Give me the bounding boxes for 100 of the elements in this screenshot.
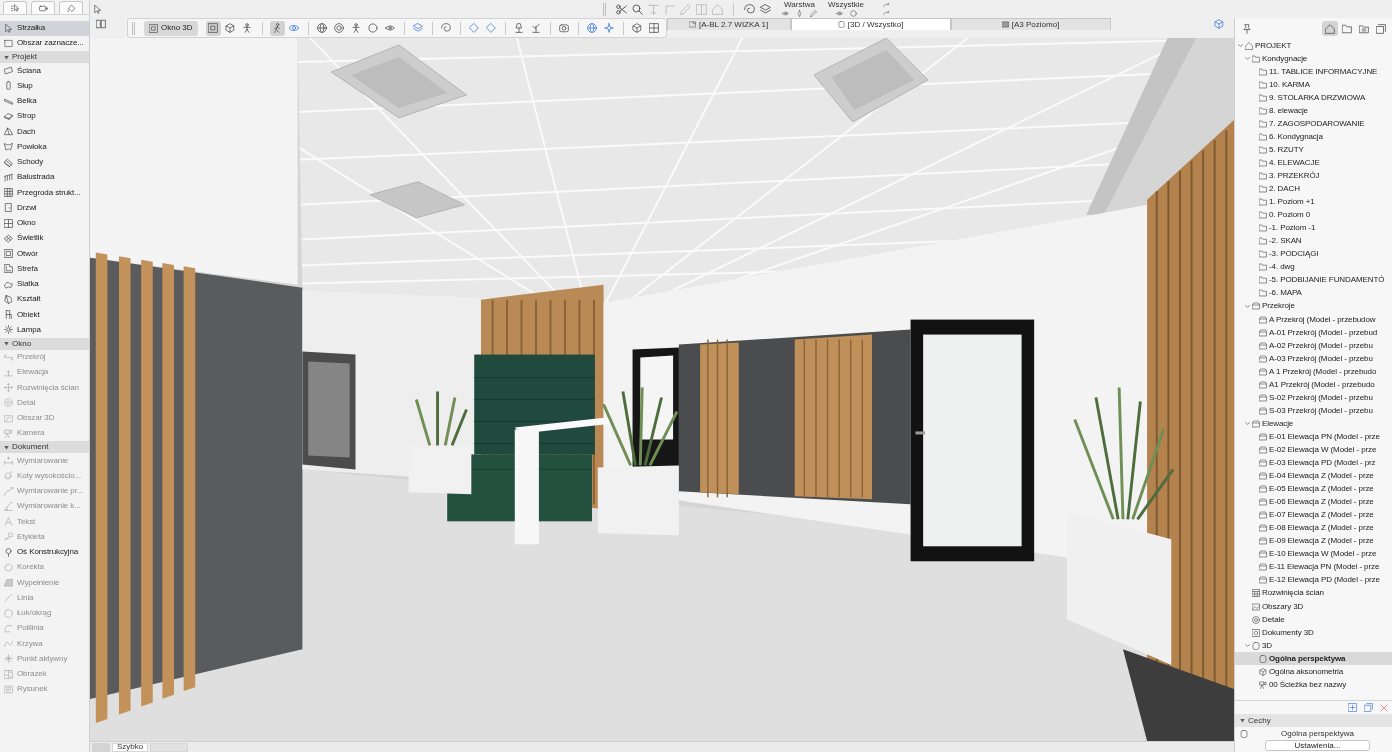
drop-icon[interactable] [796, 10, 803, 17]
tree-item[interactable]: Detale [1235, 613, 1392, 627]
tree-item[interactable]: 6. Kondygnacja [1235, 130, 1392, 144]
tree-item[interactable]: 3D [1235, 639, 1392, 653]
scissors-icon[interactable] [616, 3, 627, 15]
tree-item[interactable]: 11. TABLICE INFORMACYJNE [1235, 65, 1392, 79]
tree-item[interactable]: E-05 Elewacja Z (Model - prze [1235, 482, 1392, 496]
section-header[interactable]: Okno [0, 337, 89, 350]
tool-item[interactable]: Belka [0, 93, 89, 109]
tree-item[interactable]: 2. DACH [1235, 182, 1392, 196]
tree-item[interactable]: Rozwinięcia ścian [1235, 586, 1392, 600]
tool-item[interactable]: Ściana [0, 63, 89, 79]
tree-item[interactable]: 00 Ścieżka bez nazwy [1235, 678, 1392, 692]
tree-item[interactable]: A Przekrój (Model - przebudow [1235, 313, 1392, 327]
map-tab[interactable] [1322, 21, 1338, 36]
tool-item[interactable]: Strop [0, 108, 89, 124]
tree-item[interactable]: 8. elewacje [1235, 104, 1392, 118]
swirl-icon[interactable] [744, 3, 755, 15]
lens-icon[interactable] [559, 23, 570, 33]
tree-item[interactable]: -4. dwg [1235, 260, 1392, 274]
map-tab[interactable] [1373, 21, 1389, 36]
tool-item[interactable]: Dach [0, 124, 89, 140]
status-field[interactable] [150, 742, 189, 752]
settings-button[interactable]: Ustawienia... [1265, 740, 1370, 751]
tool-item[interactable]: Słup [0, 78, 89, 94]
pin-icon[interactable] [1242, 23, 1252, 34]
tree-item[interactable]: A1 Przekrój (Model - przebudo [1235, 378, 1392, 392]
tool-item[interactable]: Lampa [0, 322, 89, 338]
tool-item[interactable]: Świetlik [0, 230, 89, 246]
tree-item[interactable]: -3. PODCIĄGI [1235, 247, 1392, 261]
tree-item[interactable]: E-07 Elewacja Z (Model - prze [1235, 508, 1392, 522]
tree-item[interactable]: -2. SKAN [1235, 234, 1392, 248]
tool-item[interactable]: Balustrada [0, 169, 89, 185]
tool-item[interactable]: Schody [0, 154, 89, 170]
layers-icon[interactable] [760, 3, 771, 15]
tree-item[interactable]: -5. PODBIJANIE FUNDAMENTÓ [1235, 273, 1392, 287]
tree-item[interactable]: A 1 Przekrój (Model - przebudo [1235, 365, 1392, 379]
tree-item[interactable]: E-10 Elewacja W (Model - prze [1235, 547, 1392, 561]
cursor-icon[interactable] [93, 4, 102, 14]
eye-icon[interactable] [782, 10, 789, 17]
tree-item[interactable]: E-09 Elewacja Z (Model - prze [1235, 534, 1392, 548]
properties-header[interactable]: Cechy [1235, 714, 1392, 727]
view-tab[interactable]: [A-BL 2.7 WIZKA 1] [666, 18, 791, 30]
stacked-squares-icon[interactable] [1364, 703, 1373, 712]
tree-item[interactable]: 5. RZUTY [1235, 143, 1392, 157]
tree-item[interactable]: Przekroje [1235, 299, 1392, 313]
mode-button[interactable] [269, 20, 285, 36]
close-icon[interactable] [1380, 703, 1388, 712]
chevron-icon[interactable] [1245, 421, 1250, 427]
tool-item[interactable]: Przegroda strukt... [0, 185, 89, 201]
status-field[interactable]: Szybko [112, 742, 149, 752]
view-tab[interactable]: [3D / Wszystko] [790, 18, 951, 30]
eye-icon[interactable] [385, 23, 396, 33]
tool-item[interactable]: Obszar zaznacze... [0, 35, 89, 51]
layers-icon[interactable] [413, 23, 424, 33]
tree-item[interactable]: -6. MAPA [1235, 286, 1392, 300]
ring-icon[interactable] [849, 10, 857, 17]
tree-item[interactable]: Obszary 3D [1235, 600, 1392, 614]
tool-item[interactable]: Strzałka [0, 20, 89, 36]
tool-item[interactable]: Drzwi [0, 200, 89, 216]
tree-item[interactable]: Ogólna perspektywa [1235, 652, 1392, 666]
chevron-icon[interactable] [1245, 303, 1250, 309]
tree-item[interactable]: E-02 Elewacja W (Model - prze [1235, 443, 1392, 457]
curved-arrow-icon[interactable] [883, 2, 889, 8]
section-header[interactable]: Projekt [0, 51, 89, 63]
tree-item[interactable]: E-01 Elewacja PN (Model - prze [1235, 430, 1392, 444]
plant-icon[interactable] [531, 23, 542, 33]
tree-item[interactable]: A-02 Przekrój (Model - przebu [1235, 339, 1392, 353]
tool-item[interactable]: Strefa [0, 261, 89, 277]
tree-item[interactable]: Elewacje [1235, 417, 1392, 431]
tool-item[interactable]: Otwór [0, 246, 89, 262]
tool-item[interactable]: Kształt [0, 291, 89, 307]
tool-item[interactable]: Obiekt [0, 307, 89, 323]
tool-item[interactable]: Powłoka [0, 139, 89, 155]
globe-icon[interactable] [317, 23, 328, 33]
tree-item[interactable]: E-06 Elewacja Z (Model - prze [1235, 495, 1392, 509]
chevron-icon[interactable] [1245, 56, 1250, 62]
ring-icon[interactable] [368, 23, 379, 33]
mode-button[interactable] [205, 20, 221, 36]
diamond-icon[interactable] [469, 23, 480, 33]
toolbox-tab[interactable] [31, 1, 55, 14]
diamond-icon[interactable] [486, 23, 497, 33]
swirl-icon[interactable] [441, 23, 452, 33]
cube-icon[interactable] [632, 23, 643, 33]
tree-item[interactable]: Kondygnacje [1235, 52, 1392, 66]
section-header[interactable]: Dokument [0, 441, 89, 453]
tree-item[interactable]: A-01 Przekrój (Model - przebud [1235, 326, 1392, 340]
target-icon[interactable] [334, 23, 345, 33]
sparkle-icon[interactable] [604, 23, 615, 33]
toolbox-tab[interactable] [59, 1, 83, 14]
tree-item[interactable]: S-03 Przekrój (Model - przebu [1235, 404, 1392, 418]
tree-item[interactable]: A-03 Przekrój (Model - przebu [1235, 352, 1392, 366]
eye-icon[interactable] [835, 10, 843, 17]
person-icon[interactable] [351, 23, 362, 33]
tree-item[interactable]: 3. PRZEKRÓJ [1235, 169, 1392, 183]
tree-item[interactable]: 4. ELEWACJE [1235, 156, 1392, 170]
tree-item[interactable]: E-11 Elewacja PN (Model - prze [1235, 560, 1392, 574]
tree-item[interactable]: 7. ZAGOSPODAROWANIE [1235, 117, 1392, 131]
tree-item[interactable]: E-04 Elewacja Z (Model - prze [1235, 469, 1392, 483]
tree-item[interactable]: 1. Poziom +1 [1235, 195, 1392, 209]
